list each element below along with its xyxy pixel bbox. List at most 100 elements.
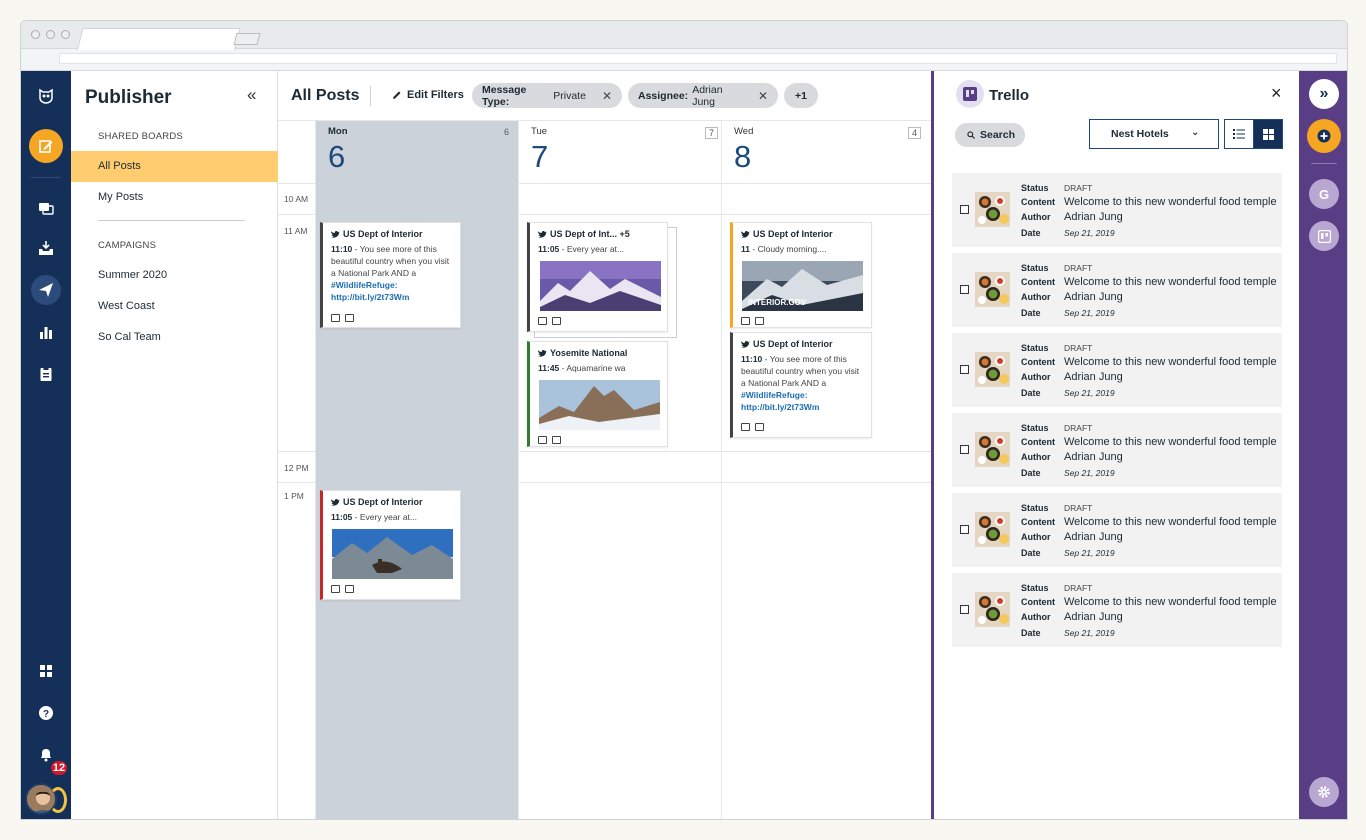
board-select[interactable]: Nest Hotels ⌄ [1089, 119, 1219, 149]
card-field-label: Author [1021, 532, 1051, 542]
post-link[interactable]: http://bit.ly/2t73Wm [741, 401, 864, 413]
trello-card[interactable]: Status DRAFT Content Welcome to this new wo… [952, 253, 1282, 327]
trello-app-button[interactable] [1309, 221, 1339, 251]
sidebar-item-my-posts[interactable]: My Posts [71, 182, 278, 213]
svg-text:?: ? [43, 709, 49, 720]
post-card[interactable]: US Dept of Interior 11:10 - You see more… [730, 332, 872, 438]
compose-icon[interactable] [29, 129, 63, 163]
trello-card[interactable]: Status DRAFT Content Welcome to this new wo… [952, 173, 1282, 247]
trello-card[interactable]: Status DRAFT Content Welcome to this new wo… [952, 493, 1282, 567]
edit-filters-button[interactable]: Edit Filters [392, 89, 464, 101]
twitter-icon [331, 498, 340, 506]
post-author-name: US Dept of Interior [753, 229, 833, 239]
card-date-row: Date Sep 21, 2019 [1021, 388, 1115, 398]
close-window-button[interactable] [31, 30, 40, 39]
card-checkbox[interactable] [960, 445, 969, 454]
post-text: 11:05 - Every year at... [538, 244, 625, 254]
card-field-label: Content [1021, 437, 1055, 447]
sidebar-item-so-cal-team[interactable]: So Cal Team [71, 322, 278, 353]
search-button[interactable]: Search [955, 123, 1025, 147]
owl-logo-icon[interactable] [31, 81, 61, 111]
card-field-label: Status [1021, 423, 1049, 433]
collapse-sidebar-button[interactable]: « [247, 85, 256, 105]
filter-chip-message-type[interactable]: Message Type: Private ✕ [472, 83, 622, 108]
post-author-name: Yosemite National [550, 348, 628, 358]
card-field-label: Status [1021, 343, 1049, 353]
post-image[interactable] [540, 261, 661, 311]
trello-card[interactable]: Status DRAFT Content Welcome to this new wo… [952, 573, 1282, 647]
grid-line [278, 451, 316, 452]
twitter-icon [331, 230, 340, 238]
add-app-button[interactable] [1307, 119, 1341, 153]
google-app-button[interactable]: G [1309, 179, 1339, 209]
help-icon[interactable]: ? [31, 698, 61, 728]
publisher-icon[interactable] [31, 275, 61, 305]
new-tab-button[interactable] [233, 33, 261, 45]
list-view-button[interactable] [1224, 119, 1254, 149]
post-icons [538, 436, 660, 444]
remove-chip-icon[interactable]: ✕ [602, 89, 612, 103]
image-icon [755, 317, 764, 325]
maximize-window-button[interactable] [61, 30, 70, 39]
post-time: 11:45 [538, 363, 560, 373]
minimize-window-button[interactable] [46, 30, 55, 39]
grid-view-button[interactable] [1253, 119, 1283, 149]
notification-badge[interactable]: 12 [49, 759, 69, 777]
panel-title: Trello [989, 87, 1030, 104]
card-checkbox[interactable] [960, 605, 969, 614]
twitter-icon [741, 230, 750, 238]
card-thumbnail [975, 272, 1010, 307]
sidebar-item-summer-2020[interactable]: Summer 2020 [71, 260, 278, 291]
sidebar-item-all-posts[interactable]: All Posts [71, 151, 278, 182]
post-text: 11:10 - You see more of this beautiful c… [331, 244, 450, 278]
card-checkbox[interactable] [960, 285, 969, 294]
post-author-name: US Dept of Int... +5 [550, 229, 630, 239]
board-select-value: Nest Hotels [1111, 128, 1169, 140]
address-bar[interactable] [59, 53, 1337, 64]
grid-line [519, 451, 931, 452]
post-text: 11:45 - Aquamarine wa [538, 363, 626, 373]
post-author: US Dept of Int... +5 [538, 229, 660, 239]
trello-card[interactable]: Status DRAFT Content Welcome to this new wo… [952, 333, 1282, 407]
analytics-icon[interactable] [31, 317, 61, 347]
card-checkbox[interactable] [960, 205, 969, 214]
remove-chip-icon[interactable]: ✕ [758, 89, 768, 103]
browser-tab[interactable] [77, 28, 241, 50]
apps-icon[interactable] [31, 656, 61, 686]
assignments-icon[interactable] [31, 359, 61, 389]
card-author-row: Author Adrian Jung [1021, 211, 1123, 223]
post-hashtag[interactable]: #WildlifeRefuge [741, 390, 805, 400]
close-panel-button[interactable]: × [1271, 83, 1282, 104]
card-author-row: Author Adrian Jung [1021, 371, 1123, 383]
post-card[interactable]: US Dept of Interior 11:10 - You see more… [320, 222, 461, 328]
post-card[interactable]: US Dept of Int... +5 11:05 - Every year … [527, 222, 668, 332]
twitter-icon [741, 340, 750, 348]
calendar-grid: 10 AM 11 AM 12 PM 1 PM Mon 6 6 Tue 7 7 W… [278, 121, 931, 819]
post-image[interactable]: INTERIOR.GOV [742, 261, 863, 311]
card-checkbox[interactable] [960, 525, 969, 534]
twitter-icon [538, 230, 547, 238]
card-content-row: Content Welcome to this new wonderful foo… [1021, 516, 1277, 528]
post-image[interactable] [332, 529, 453, 579]
card-field-label: Date [1021, 308, 1041, 318]
post-link[interactable]: http://bit.ly/2t73Wm [331, 291, 453, 303]
card-thumbnail [975, 352, 1010, 387]
streams-icon[interactable] [31, 193, 61, 223]
settings-button[interactable] [1309, 777, 1339, 807]
post-card[interactable]: Yosemite National 11:45 - Aquamarine wa [527, 341, 668, 447]
post-hashtag[interactable]: #WildlifeRefuge [331, 280, 395, 290]
card-author: Adrian Jung [1064, 451, 1123, 463]
card-author-row: Author Adrian Jung [1021, 451, 1123, 463]
post-image[interactable] [539, 380, 660, 430]
post-card[interactable]: US Dept of Interior 11:05 - Every year a… [320, 490, 461, 600]
post-card[interactable]: US Dept of Interior 11 - Cloudy morning.… [730, 222, 872, 328]
filter-chip-assignee[interactable]: Assignee: Adrian Jung ✕ [628, 83, 778, 108]
browser-window: ? 12 Publisher « SHARED BOARDS All Posts… [20, 20, 1348, 820]
expand-panel-button[interactable]: » [1309, 79, 1339, 109]
trello-card[interactable]: Status DRAFT Content Welcome to this new wo… [952, 413, 1282, 487]
view-title: All Posts [291, 87, 360, 104]
sidebar-item-west-coast[interactable]: West Coast [71, 291, 278, 322]
more-filters-chip[interactable]: +1 [784, 83, 818, 108]
inbox-icon[interactable] [31, 233, 61, 263]
card-checkbox[interactable] [960, 365, 969, 374]
